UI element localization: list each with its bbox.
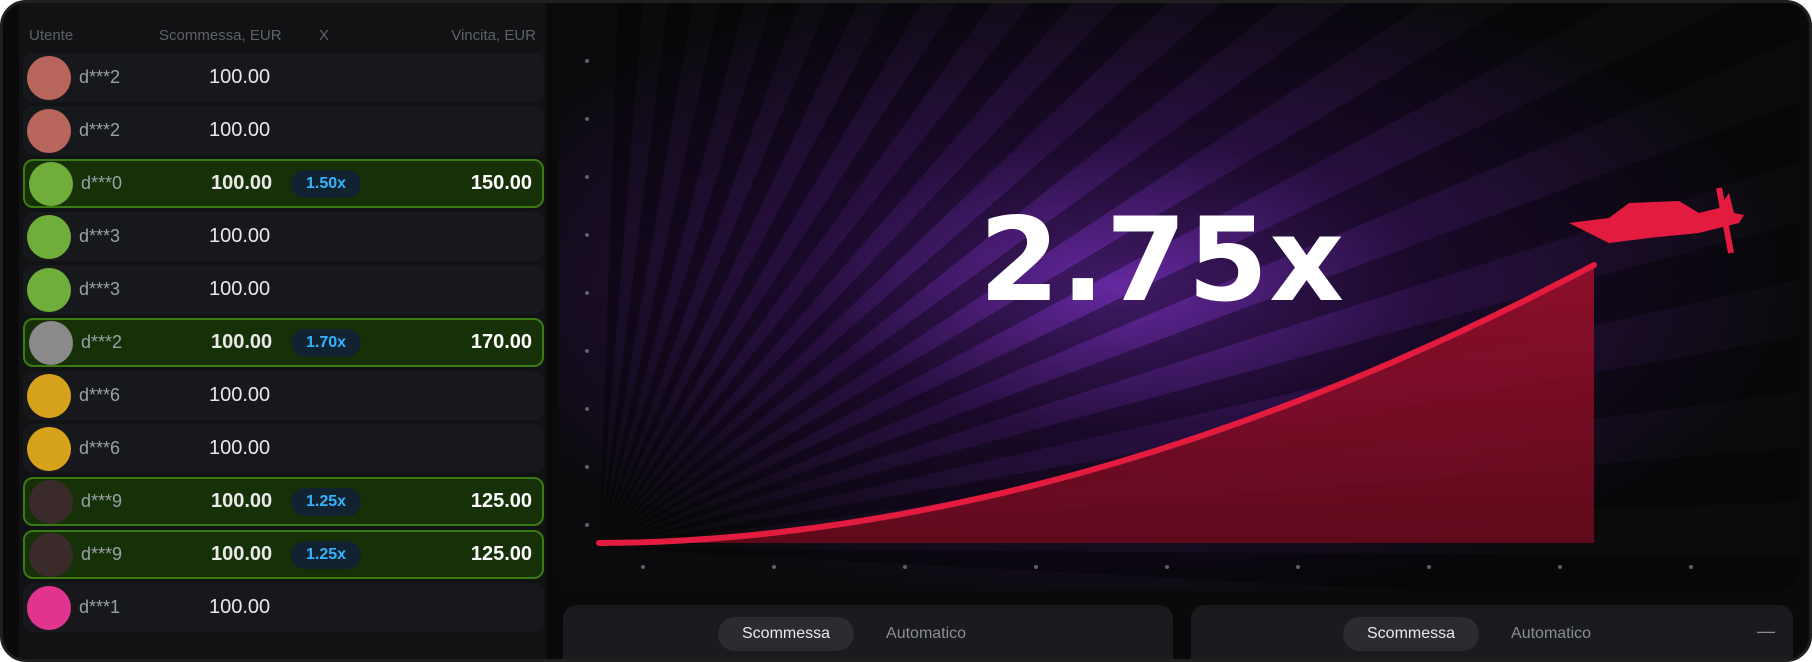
multiplier-display: 2.75x [979,193,1346,328]
bet-row: d***6 100.00 [23,424,544,473]
x-tick [1558,565,1562,569]
header-bet: Scommessa, EUR [159,26,282,44]
row-user: d***1 [79,597,121,617]
bet-panel-1-tabs: Scommessa Automatico [718,617,990,651]
avatar [29,161,73,206]
bet-row: d***3 100.00 [23,265,544,314]
row-multiplier: 1.70x [291,328,361,357]
tab-bet[interactable]: Scommessa [718,617,855,651]
row-win: 150.00 [470,172,532,194]
y-tick [585,407,589,411]
bet-row: d***0 100.00 1.50x 150.00 [23,159,544,208]
y-tick [585,59,589,63]
bet-row: d***2 100.00 1.70x 170.00 [23,318,544,367]
x-tick [641,565,645,569]
row-user: d***6 [79,385,121,405]
x-tick [1165,565,1169,569]
row-user: d***2 [79,120,121,140]
header-multiplier: X [319,26,330,44]
x-tick [1296,565,1300,569]
row-user: d***2 [79,67,121,87]
row-user: d***3 [79,226,121,246]
row-win: 170.00 [470,331,532,353]
avatar [27,108,71,153]
tab-bet[interactable]: Scommessa [1343,617,1480,651]
avatar [27,426,71,471]
y-tick [585,233,589,237]
x-tick [772,565,776,569]
row-bet: 100.00 [211,543,273,565]
avatar [27,214,71,259]
avatar [27,373,71,418]
x-tick [1689,565,1693,569]
row-bet: 100.00 [209,66,271,88]
row-win: 125.00 [470,490,532,512]
avatar [27,55,71,100]
row-bet: 100.00 [211,490,273,512]
row-win: 125.00 [470,543,532,565]
row-user: d***3 [79,279,121,299]
dash-icon[interactable]: — [1757,621,1775,642]
header-user: Utente [29,26,74,44]
y-tick [585,117,589,121]
x-tick [1034,565,1038,569]
bets-rows: d***2 100.00 d***2 100.00 d***0 100.00 1.50x 15… [19,53,546,636]
bet-row: d***9 100.00 1.25x 125.00 [23,530,544,579]
y-tick [585,291,589,295]
row-multiplier: 1.25x [291,487,361,516]
y-tick [585,465,589,469]
row-bet: 100.00 [211,331,273,353]
row-user: d***2 [81,332,123,352]
row-multiplier: 1.25x [291,540,361,569]
header-win: Vincita, EUR [451,26,536,44]
avatar [29,479,73,524]
tab-auto[interactable]: Automatico [1487,617,1615,651]
bet-panel-1: Scommessa Automatico [563,605,1173,659]
bet-panel-2-tabs: Scommessa Automatico [1343,617,1615,651]
row-bet: 100.00 [209,119,271,141]
row-multiplier: 1.50x [291,169,361,198]
row-bet: 100.00 [209,437,271,459]
y-tick [585,523,589,527]
game-canvas: 2.75x [559,3,1799,591]
avatar [27,585,71,630]
row-bet: 100.00 [209,384,271,406]
x-tick [1427,565,1431,569]
bet-row: d***9 100.00 1.25x 125.00 [23,477,544,526]
bet-row: d***1 100.00 [23,583,544,632]
bet-row: d***2 100.00 [23,106,544,155]
row-user: d***9 [81,491,123,511]
row-bet: 100.00 [211,172,273,194]
row-user: d***0 [81,173,123,193]
row-bet: 100.00 [209,596,271,618]
bets-list-panel: Utente Scommessa, EUR X Vincita, EUR d**… [19,3,546,659]
avatar [27,267,71,312]
bet-row: d***6 100.00 [23,371,544,420]
y-tick [585,349,589,353]
app-window: Utente Scommessa, EUR X Vincita, EUR d**… [0,0,1812,662]
avatar [29,532,73,577]
row-user: d***9 [81,544,123,564]
tab-auto[interactable]: Automatico [862,617,990,651]
x-tick [903,565,907,569]
bet-row: d***3 100.00 [23,212,544,261]
y-tick [585,175,589,179]
bet-row: d***2 100.00 [23,53,544,102]
bet-panel-2: Scommessa Automatico — [1191,605,1793,659]
avatar [29,320,73,365]
row-bet: 100.00 [209,225,271,247]
row-bet: 100.00 [209,278,271,300]
row-user: d***6 [79,438,121,458]
